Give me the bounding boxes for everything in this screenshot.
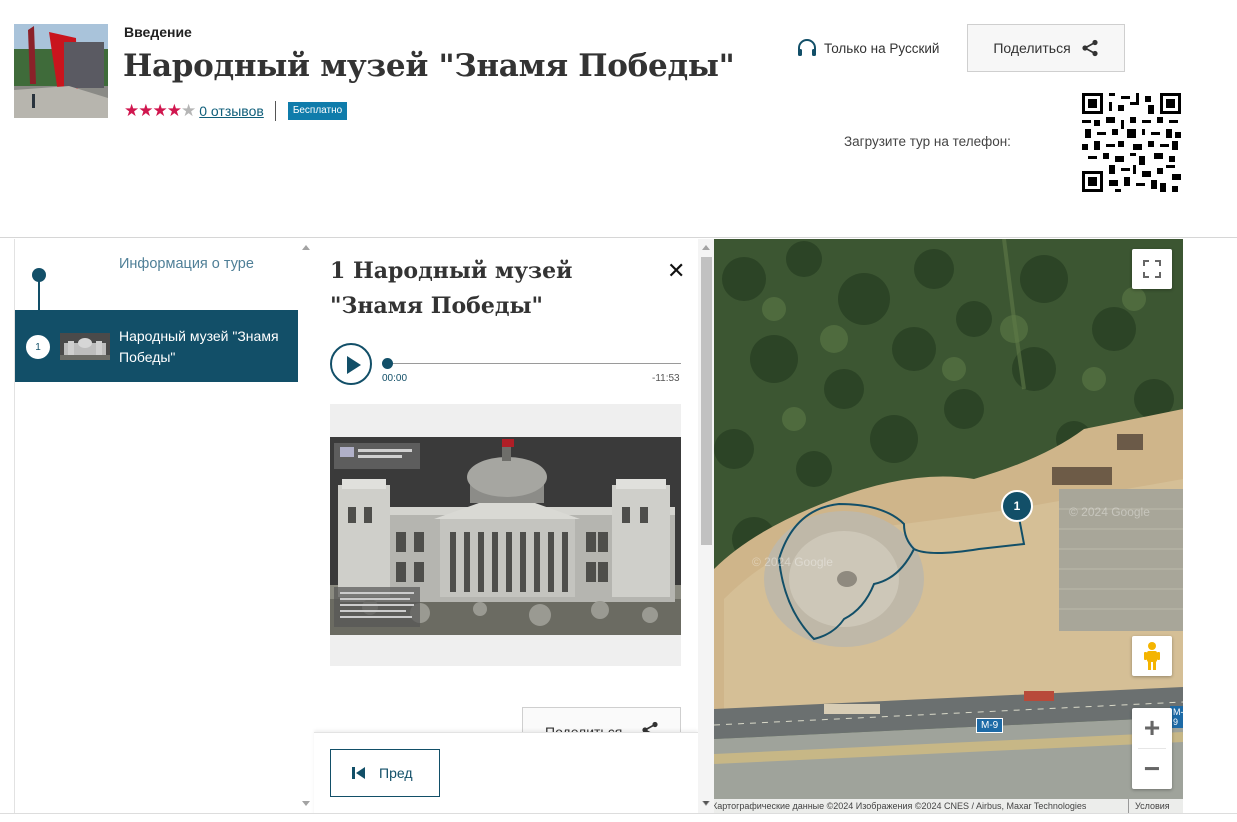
map-marker-stop-1[interactable]: 1 (1001, 490, 1033, 522)
qr-code-icon[interactable] (1082, 93, 1181, 192)
map-watermark: © 2024 Google (752, 555, 833, 569)
stop-detail-panel: 1 Народный музей "Знамя Победы" ✕ 00:00 … (314, 239, 714, 822)
stop-media[interactable] (330, 404, 681, 666)
skip-back-icon (352, 767, 365, 779)
zoom-out-button[interactable]: − (1132, 749, 1172, 789)
tour-map[interactable]: © 2024 Google © 2024 Google 1 M-9 M-9 + … (714, 239, 1183, 813)
sidebar-scrollbar[interactable] (298, 239, 314, 822)
rating-row: ★ ★ ★ ★ ★ 0 отзывов Бесплатно (124, 100, 348, 122)
scrollbar-thumb[interactable] (701, 257, 712, 545)
stop-title: Народный музей "Знамя Победы" (119, 328, 279, 365)
tour-thumbnail (14, 24, 108, 118)
detail-scrollbar[interactable] (698, 239, 714, 822)
fullscreen-icon (1143, 260, 1161, 278)
audio-progress-bar[interactable] (383, 363, 681, 364)
right-gutter (1183, 239, 1237, 822)
sidebar-item-stop-1[interactable]: 1 Народный музей "Знамя Победы" (15, 310, 299, 382)
headphones-icon (798, 39, 816, 56)
audio-current-time: 00:00 (382, 373, 408, 384)
satellite-imagery (714, 239, 1183, 813)
zoom-control: + − (1132, 708, 1172, 789)
stop-navigation-bar: Пред (314, 732, 698, 822)
prev-button[interactable]: Пред (330, 749, 440, 797)
play-icon (347, 356, 361, 374)
road-label: M-9 (976, 718, 1004, 733)
price-badge: Бесплатно (287, 102, 348, 120)
download-label: Загрузите тур на телефон: (844, 134, 1011, 149)
star-icon: ★ (181, 101, 196, 120)
share-icon (1082, 39, 1098, 57)
star-icon: ★ (166, 101, 182, 120)
stop-photo (330, 437, 681, 635)
map-attribution: Картографические данные ©2024 Изображени… (714, 799, 1183, 813)
zoom-in-button[interactable]: + (1132, 708, 1172, 748)
tour-info-link[interactable]: Информация о туре (119, 254, 259, 275)
language-label: Только на Русский (824, 40, 940, 56)
language-indicator: Только на Русский (796, 38, 939, 58)
star-icon: ★ (124, 101, 139, 120)
scroll-up-icon[interactable] (702, 245, 710, 250)
caret-down-icon (703, 801, 709, 805)
stops-list: Информация о туре 1 Народный музей "Знам… (14, 239, 299, 822)
stop-heading: 1 Народный музей "Знамя Победы" (330, 258, 573, 319)
section-eyebrow: Введение (124, 24, 192, 40)
scroll-up-icon[interactable] (302, 245, 310, 250)
audio-progress-handle[interactable] (382, 358, 393, 369)
divider (274, 101, 276, 121)
star-rating: ★ ★ ★ ★ ★ (124, 101, 196, 121)
page-title: Народный музей "Знамя Победы" (123, 48, 735, 84)
bottom-divider (0, 813, 1237, 822)
share-button[interactable]: Поделиться (967, 24, 1125, 72)
terms-link[interactable]: Условия (1128, 799, 1170, 813)
fullscreen-button[interactable] (1132, 249, 1172, 289)
play-button[interactable] (330, 343, 372, 385)
pegman-icon (1144, 642, 1160, 670)
stop-thumbnail (60, 333, 110, 360)
star-icon: ★ (138, 101, 153, 120)
scroll-down-icon[interactable] (302, 801, 310, 806)
star-icon: ★ (152, 101, 168, 120)
stops-sidebar: Информация о туре 1 Народный музей "Знам… (0, 239, 314, 822)
stop-number: 1 (24, 333, 52, 361)
reviews-link[interactable]: 0 отзывов (199, 103, 264, 119)
close-icon[interactable]: ✕ (667, 259, 685, 283)
attribution-text: Картографические данные ©2024 Изображени… (714, 801, 1087, 811)
share-label: Поделиться (993, 40, 1071, 56)
audio-remaining-time: -11:53 (652, 373, 680, 384)
street-view-button[interactable] (1132, 636, 1172, 676)
map-watermark: © 2024 Google (1069, 505, 1150, 519)
tour-header: Введение Народный музей "Знамя Победы" ★… (0, 0, 1237, 238)
prev-label: Пред (379, 765, 413, 781)
